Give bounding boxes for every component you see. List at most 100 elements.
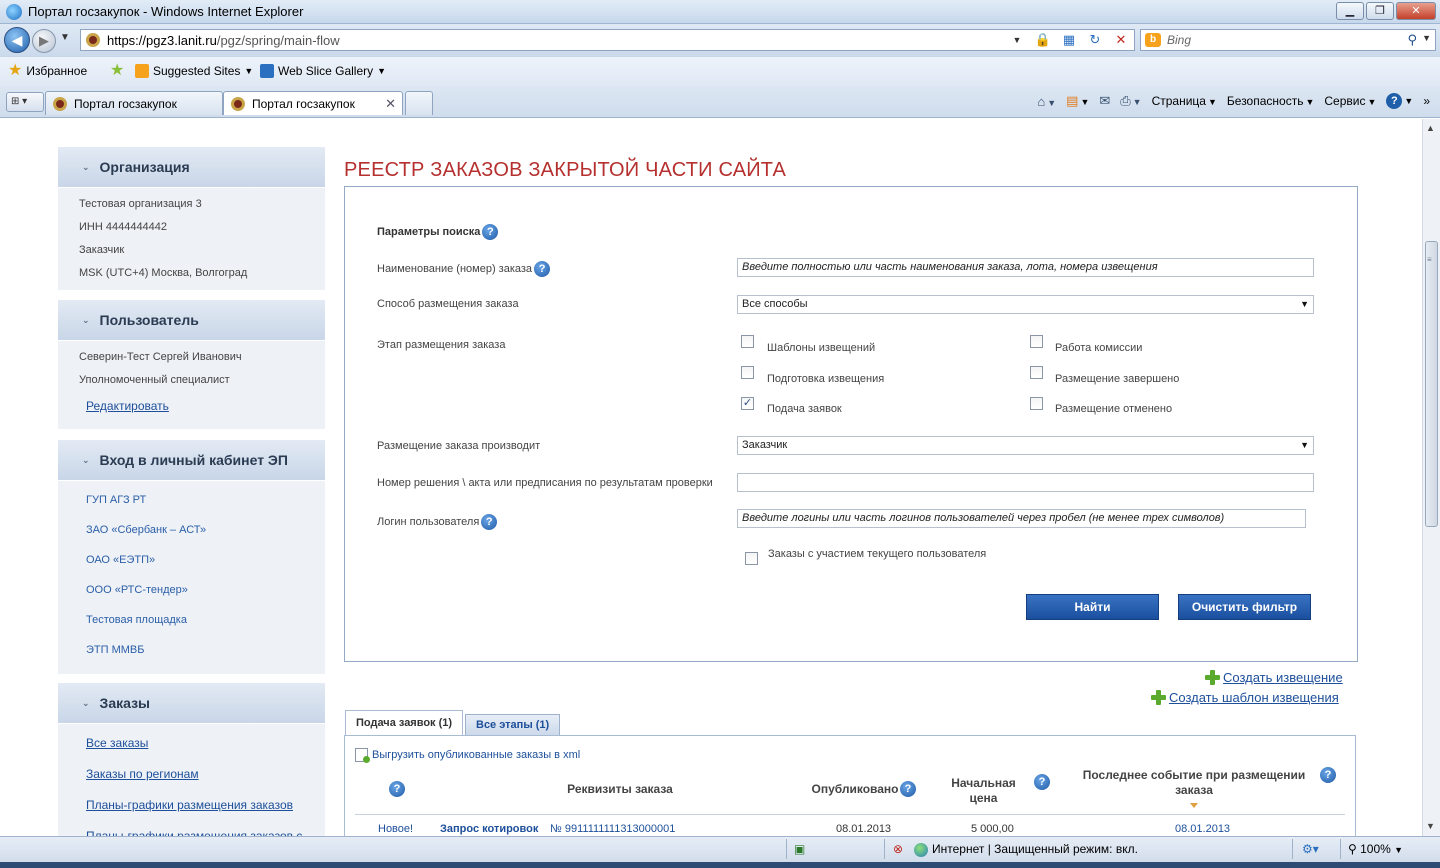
page-scrollbar[interactable]: ▲ ≡ ▼: [1422, 119, 1440, 836]
help-icon[interactable]: ?: [389, 781, 405, 797]
export-xml-label: Выгрузить опубликованные заказы в xml: [372, 749, 581, 761]
col-header-price: Начальная цена: [951, 776, 1016, 805]
help-icon[interactable]: ?: [1034, 774, 1050, 790]
tab-all-stages[interactable]: Все этапы (1): [465, 714, 561, 736]
url-input[interactable]: https://pgz3.lanit.ru/pgz/spring/main-fl…: [80, 29, 1135, 51]
ep-link-eetp[interactable]: ОАО «ЕЭТП»: [58, 545, 325, 575]
decision-number-input[interactable]: [737, 473, 1314, 492]
protected-mode-icon[interactable]: ⚙▾: [1302, 842, 1319, 856]
help-icon[interactable]: ?: [534, 261, 551, 277]
site-favicon-icon: [53, 97, 67, 111]
restore-button[interactable]: ❐: [1366, 2, 1394, 20]
sidebar-orders-header[interactable]: ⌄ Заказы: [58, 683, 325, 724]
user-fullname: Северин-Тест Сергей Иванович: [79, 351, 242, 363]
feeds-icon[interactable]: ▤ ▼: [1066, 93, 1089, 109]
export-xml-link[interactable]: Выгрузить опубликованные заказы в xml: [355, 748, 581, 763]
stage-checkbox-preparation[interactable]: [741, 366, 754, 379]
print-icon[interactable]: ⎙ ▼: [1120, 93, 1141, 109]
scroll-down-icon[interactable]: ▼: [1426, 821, 1435, 831]
tab-portal-1[interactable]: Портал госзакупок: [45, 91, 223, 115]
orders-link-schedules-2[interactable]: Планы-графики размещения заказов с: [58, 821, 325, 836]
stop-icon[interactable]: ✕: [1112, 32, 1130, 48]
stage-checkbox-commission[interactable]: [1030, 335, 1043, 348]
stage-checkbox-submission[interactable]: ✓: [741, 397, 754, 410]
favorites-button[interactable]: ★ Избранное: [8, 63, 87, 79]
home-icon[interactable]: ⌂ ▼: [1037, 94, 1056, 109]
user-login-text: Логин пользователя: [377, 515, 480, 528]
orders-link-schedules[interactable]: Планы-графики размещения заказов: [58, 790, 325, 821]
help-menu[interactable]: ? ▼: [1386, 93, 1413, 109]
find-button[interactable]: Найти: [1026, 594, 1159, 620]
refresh-icon[interactable]: ↻: [1086, 32, 1104, 48]
placement-stage-label: Этап размещения заказа: [377, 339, 506, 351]
sidebar-organization-header[interactable]: ⌄ Организация: [58, 147, 325, 188]
status-bar: ▣ ⊗ Интернет | Защищенный режим: вкл. ⚙▾…: [0, 836, 1440, 862]
lock-icon[interactable]: 🔒: [1034, 32, 1052, 48]
safety-menu[interactable]: Безопасность ▼: [1227, 94, 1314, 108]
user-login-input[interactable]: Введите логины или часть логинов пользов…: [737, 509, 1306, 528]
stage-label-templates: Шаблоны извещений: [767, 342, 876, 354]
web-slice-gallery-link[interactable]: Web Slice Gallery ▼: [260, 64, 386, 78]
row-last-event[interactable]: 08.01.2013: [1175, 823, 1230, 835]
close-tab-icon[interactable]: ✕: [385, 96, 396, 112]
placement-method-select[interactable]: Все способы ▼: [737, 295, 1314, 314]
order-name-input[interactable]: Введите полностью или часть наименования…: [737, 258, 1314, 277]
search-icon[interactable]: ⚲: [1407, 32, 1417, 48]
zoom-control[interactable]: ⚲ 100% ▼: [1348, 842, 1403, 856]
sort-desc-icon[interactable]: [1190, 803, 1198, 808]
stage-checkbox-templates[interactable]: [741, 335, 754, 348]
ep-link-test-platform[interactable]: Тестовая площадка: [58, 605, 325, 635]
minimize-button[interactable]: ▁: [1336, 2, 1364, 20]
ep-link-etp-mmvb[interactable]: ЭТП ММВБ: [58, 635, 325, 665]
ep-link-agz-rt[interactable]: ГУП АГЗ РТ: [58, 485, 325, 515]
suggested-sites-link[interactable]: Suggested Sites ▼: [135, 64, 253, 78]
row-published: 08.01.2013: [836, 823, 892, 835]
search-input[interactable]: b Bing ⚲ ▼: [1140, 29, 1436, 51]
ep-link-rts-tender[interactable]: ООО «РТС-тендер»: [58, 575, 325, 605]
placer-select[interactable]: Заказчик ▼: [737, 436, 1314, 455]
scroll-up-icon[interactable]: ▲: [1426, 123, 1435, 133]
help-icon[interactable]: ?: [481, 514, 498, 530]
url-dropdown-icon[interactable]: ▼: [1008, 32, 1026, 48]
col-header-details: Реквизиты заказа: [567, 782, 673, 796]
clear-filter-button[interactable]: Очистить фильтр: [1178, 594, 1311, 620]
sidebar-user-header[interactable]: ⌄ Пользователь: [58, 300, 325, 341]
scrollbar-thumb[interactable]: [1425, 241, 1438, 527]
stage-checkbox-completed[interactable]: [1030, 366, 1043, 379]
quick-tabs-button[interactable]: ⊞ ▾: [6, 92, 44, 112]
participation-checkbox[interactable]: [745, 552, 758, 565]
security-zone[interactable]: Интернет | Защищенный режим: вкл.: [914, 842, 1138, 857]
create-template-link[interactable]: Создать шаблон извещения: [1151, 690, 1339, 705]
stage-label-submission: Подача заявок: [767, 403, 842, 415]
edit-profile-link[interactable]: Редактировать: [58, 392, 325, 421]
toolbar-overflow-icon[interactable]: »: [1423, 94, 1430, 108]
zoom-level: 100%: [1360, 842, 1391, 856]
help-icon[interactable]: ?: [900, 781, 916, 797]
new-tab-button[interactable]: [405, 91, 433, 115]
orders-link-by-region[interactable]: Заказы по регионам: [58, 759, 325, 790]
back-button[interactable]: ◀: [4, 27, 30, 53]
page-menu[interactable]: Страница ▼: [1152, 94, 1217, 108]
row-number[interactable]: № 9911111111313000001: [550, 823, 675, 835]
chevron-down-icon: ⌄: [82, 697, 90, 708]
history-dropdown-icon[interactable]: ▼: [60, 32, 70, 43]
ep-link-sberbank-ast[interactable]: ЗАО «Сбербанк – АСТ»: [58, 515, 325, 545]
help-icon[interactable]: ?: [1320, 767, 1336, 783]
tab-portal-2[interactable]: Портал госзакупок ✕: [223, 91, 403, 115]
create-notice-link[interactable]: Создать извещение: [1205, 670, 1343, 685]
stage-checkbox-cancelled[interactable]: [1030, 397, 1043, 410]
compatibility-view-icon[interactable]: ▦: [1060, 32, 1078, 48]
help-icon[interactable]: ?: [482, 224, 499, 240]
close-window-button[interactable]: ✕: [1396, 2, 1436, 20]
tab-submission[interactable]: Подача заявок (1): [345, 710, 464, 736]
sidebar-ep-header[interactable]: ⌄ Вход в личный кабинет ЭП: [58, 440, 325, 481]
add-favorite-button[interactable]: ★: [110, 63, 124, 79]
mail-icon[interactable]: ✉: [1099, 93, 1110, 109]
row-type[interactable]: Запрос котировок: [440, 823, 538, 835]
tools-menu[interactable]: Сервис ▼: [1324, 94, 1376, 108]
forward-button[interactable]: ▶: [32, 29, 56, 53]
org-name: Тестовая организация 3: [79, 198, 202, 210]
blocked-content-icon[interactable]: ⊗: [893, 842, 903, 856]
search-dropdown-icon[interactable]: ▼: [1422, 33, 1431, 43]
orders-link-all[interactable]: Все заказы: [58, 728, 325, 759]
